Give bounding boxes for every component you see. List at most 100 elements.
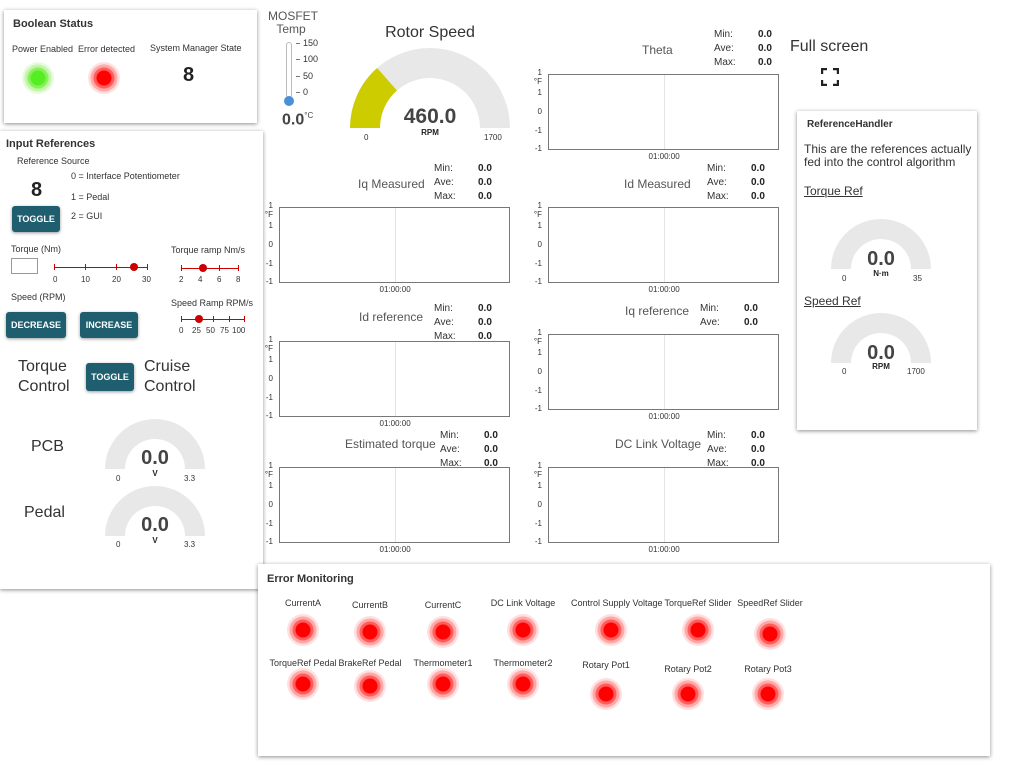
id_measured-ave-value: 0.0 [751,177,765,188]
power-enabled-label: Power Enabled [12,44,74,54]
error-led [427,668,459,700]
id_measured-ave-label: Ave: [707,177,727,188]
torque-ramp-slider-handle[interactable] [199,264,207,272]
error-label: Rotary Pot2 [664,664,712,674]
iq_measured-min-value: 0.0 [478,163,492,174]
est_torque-ave-value: 0.0 [484,444,498,455]
torque-slider[interactable] [54,261,150,273]
speed-ramp-slider-handle[interactable] [195,315,203,323]
torque-ref-gauge-min: 0 [842,274,847,283]
pedal-gauge-unit: V [152,536,158,545]
input-references-panel: Input References Reference Source 8 0 = … [0,131,263,589]
speed-ramp-tick-0: 0 [179,326,184,335]
dc_link-y-tick: 0 [537,500,542,509]
theta-y-tick: -1 [534,144,542,153]
control-mode-toggle-button[interactable]: TOGGLE [86,363,134,391]
error-label: CurrentC [424,600,462,610]
est_torque-x-tick: 01:00:00 [379,545,411,554]
est_torque-min-label: Min: [440,430,459,441]
id_reference-min-value: 0.0 [478,303,492,314]
fullscreen-icon[interactable] [821,68,839,86]
error-led [752,678,784,710]
dc_link-plot-area[interactable] [548,467,779,543]
dc_link-min-label: Min: [707,430,726,441]
speed-ramp-slider[interactable] [181,313,247,325]
iq_measured-plot-area[interactable] [279,207,510,283]
iq_reference-ave-value: 0.0 [744,317,758,328]
thermometer-ticks: 150 100 50 0 [296,38,326,100]
est_torque-y-tick: 1 [268,481,273,490]
panel-title: ReferenceHandler [807,119,893,130]
torque-ref-label: Torque Ref [804,184,863,198]
id_measured-plot-area[interactable] [548,207,779,283]
torque-ramp-tick-8: 8 [236,275,241,284]
iq_measured-y-tick: -1 [265,277,273,286]
iq_reference-y-tick: -1 [534,386,542,395]
id_reference-y-tick: 0 [268,374,273,383]
torque-ramp-tick-2: 2 [179,275,184,284]
torque-ref-gauge-max: 35 [913,274,922,283]
error-led [427,616,459,648]
iq_measured-max-value: 0.0 [478,191,492,202]
theta-plot-area[interactable] [548,74,779,150]
id_reference-x-tick: 01:00:00 [379,419,411,428]
dc_link-min-value: 0.0 [751,430,765,441]
error-led [287,668,319,700]
id_reference-y-tick: 1 °F [264,335,273,353]
est_torque-min-value: 0.0 [484,430,498,441]
torque-tick-30: 30 [142,275,151,284]
reference-handler-panel: ReferenceHandler This are the references… [797,111,977,430]
theta-y-tick: 1 °F [533,68,542,86]
torque-input[interactable] [11,258,38,274]
reference-source-label: Reference Source [17,156,90,166]
decrease-button[interactable]: DECREASE [6,312,66,338]
boolean-status-panel: Boolean Status Power Enabled Error detec… [4,10,257,123]
reference-source-toggle-button[interactable]: TOGGLE [12,206,60,232]
dc_link-y-tick: -1 [534,519,542,528]
iq_reference-y-tick: 0 [537,367,542,376]
error-label: Thermometer1 [413,658,473,668]
theta-max-label: Max: [714,57,736,68]
grid-line [663,208,665,282]
torque-tick-10: 10 [81,275,90,284]
error-label: CurrentB [351,600,388,610]
dc_link-y-tick: -1 [534,537,542,546]
id_measured-y-tick: -1 [534,277,542,286]
dc_link-ave-value: 0.0 [751,444,765,455]
rotor-speed-value: 460.0 [403,105,457,128]
panel-title: Error Monitoring [267,573,354,585]
speed-ref-gauge-max: 1700 [907,367,925,376]
theta-x-tick: 01:00:00 [648,152,680,161]
pcb-gauge-min: 0 [116,474,121,483]
system-manager-state-label: System Manager State [150,43,242,53]
error-label: Rotary Pot3 [744,664,792,674]
id_reference-min-label: Min: [434,303,453,314]
theta-y-tick: 1 [537,88,542,97]
iq_reference-min-value: 0.0 [744,303,758,314]
iq_reference-plot-area[interactable] [548,334,779,410]
increase-button[interactable]: INCREASE [80,312,138,338]
mosfet-temp-value: 0.0°C [282,111,313,129]
torque-ramp-slider[interactable] [181,262,241,274]
thermometer-tube [286,42,292,98]
rotor-speed-min: 0 [364,133,369,142]
error-label: TorqueRef Slider [664,598,732,608]
iq_measured-min-label: Min: [434,163,453,174]
system-manager-state-value: 8 [183,64,195,86]
speed-ref-gauge-min: 0 [842,367,847,376]
iq_reference-chart-title: Iq reference [625,304,690,318]
grid-line [394,342,396,416]
grid-line [663,75,665,149]
error-led [287,614,319,646]
iq_measured-ave-label: Ave: [434,177,454,188]
pcb-gauge-unit: V [152,469,158,478]
speed-ramp-tick-100: 100 [232,326,246,335]
id_reference-chart-title: Id reference [359,310,424,324]
est_torque-plot-area[interactable] [279,467,510,543]
id_reference-plot-area[interactable] [279,341,510,417]
theta-max-value: 0.0 [758,57,772,68]
iq_measured-y-tick: 0 [268,240,273,249]
error-led [595,614,627,646]
torque-slider-handle[interactable] [130,263,138,271]
iq_measured-max-label: Max: [434,191,456,202]
